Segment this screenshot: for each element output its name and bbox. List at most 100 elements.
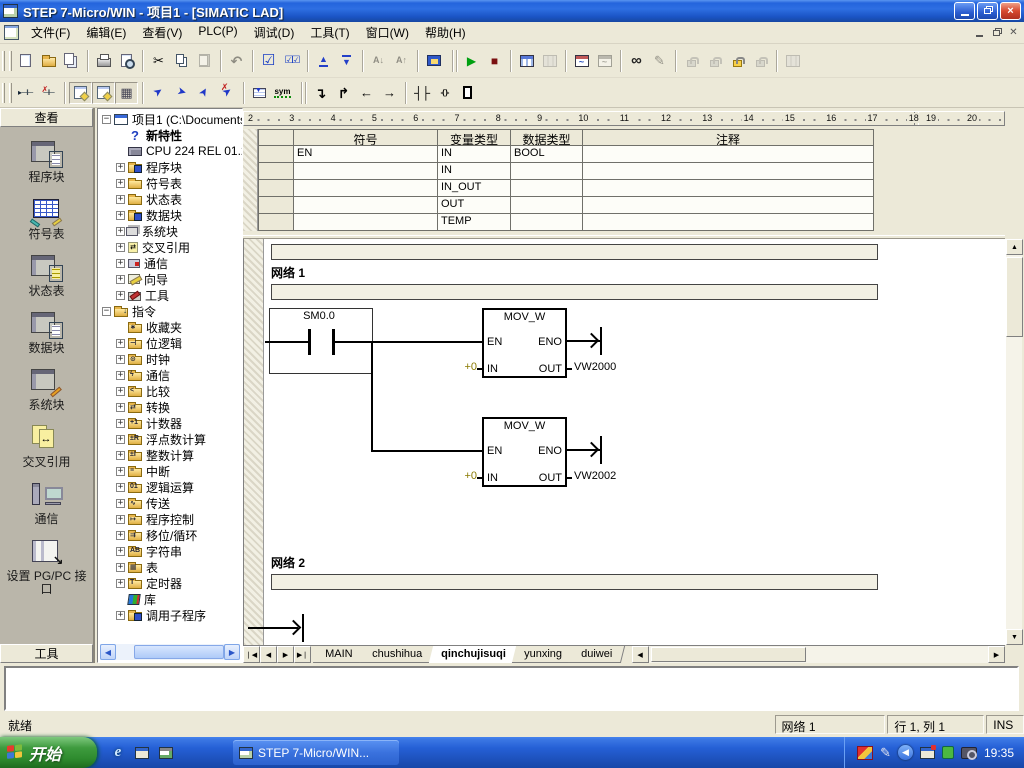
expand-icon[interactable]: +	[116, 563, 125, 572]
download-button[interactable]	[335, 50, 358, 72]
expand-icon[interactable]: +	[116, 611, 125, 620]
insert-network-button[interactable]	[14, 82, 37, 104]
status-glasses-button[interactable]	[625, 50, 648, 72]
tree-item[interactable]: 库	[98, 591, 242, 607]
scroll-left-icon[interactable]: ◀	[632, 646, 649, 663]
nav-tools-button[interactable]: 工具	[0, 644, 93, 663]
menu-item-tools[interactable]: 工具(T)	[302, 22, 357, 43]
block1-out-operand[interactable]: VW2000	[574, 361, 616, 373]
expand-icon[interactable]: +	[116, 275, 125, 284]
tab-duiwei[interactable]: duiwei	[569, 646, 625, 663]
output-window[interactable]	[4, 666, 1019, 711]
tree-item[interactable]: +⇉移位/循环	[98, 527, 242, 543]
scroll-left-icon[interactable]: ◀	[100, 644, 116, 660]
tree-item[interactable]: +±I整数计算	[98, 447, 242, 463]
table-cell[interactable]	[294, 214, 438, 231]
expand-icon[interactable]: +	[116, 499, 125, 508]
nav-item-status-table[interactable]: 状态表	[0, 254, 93, 298]
tree-item[interactable]: +⊙时钟	[98, 351, 242, 367]
expand-icon[interactable]: +	[116, 483, 125, 492]
scroll-right-icon[interactable]: ▶	[224, 644, 240, 660]
column-header-0[interactable]: 符号	[294, 129, 438, 146]
expand-icon[interactable]: +	[116, 227, 125, 236]
tab-last-button[interactable]: ▶❘	[294, 646, 311, 663]
table-cell[interactable]: BOOL	[511, 146, 583, 163]
table-cell[interactable]	[294, 163, 438, 180]
line-right-button[interactable]	[378, 82, 401, 104]
symbol-info-table-button[interactable]	[248, 82, 271, 104]
block1-in-operand[interactable]: +0	[449, 361, 477, 373]
tree-item[interactable]: +T定时器	[98, 575, 242, 591]
table-cell[interactable]	[511, 163, 583, 180]
save-all-button[interactable]	[60, 50, 83, 72]
menu-item-help[interactable]: 帮助(H)	[417, 22, 474, 43]
block2-in-operand[interactable]: +0	[449, 470, 477, 482]
tab-MAIN[interactable]: MAIN	[313, 646, 366, 663]
table-cell[interactable]	[583, 163, 874, 180]
tree-item[interactable]: +<比较	[98, 383, 242, 399]
menu-item-window[interactable]: 窗口(W)	[358, 22, 417, 43]
row-header-cell[interactable]	[258, 163, 294, 180]
tree-item[interactable]: +AB字符串	[98, 543, 242, 559]
line-left-button[interactable]	[355, 82, 378, 104]
column-header-3[interactable]: 注释	[583, 129, 874, 146]
tree-item[interactable]: +工具	[98, 287, 242, 303]
insert-contact-button[interactable]	[410, 82, 433, 104]
expand-icon[interactable]: +	[116, 403, 125, 412]
toolbar-grip[interactable]	[9, 51, 12, 71]
expand-icon[interactable]: +	[116, 259, 125, 268]
insert-coil-button[interactable]	[433, 82, 456, 104]
scroll-thumb[interactable]	[651, 647, 806, 662]
tree-item[interactable]: +数据块	[98, 207, 242, 223]
start-button[interactable]: 开始	[0, 737, 97, 768]
table-cell[interactable]	[511, 197, 583, 214]
collapse-icon[interactable]: −	[102, 115, 111, 124]
tree-item[interactable]: +ϟ通信	[98, 367, 242, 383]
options-button[interactable]	[422, 50, 445, 72]
toggle-pou-comments-button[interactable]	[69, 82, 92, 104]
insert-row-button[interactable]	[147, 82, 170, 104]
open-project-button[interactable]	[37, 50, 60, 72]
row-header-cell[interactable]	[258, 197, 294, 214]
nav-item-pgpc-interface[interactable]: ↘设置 PG/PC 接口	[0, 539, 93, 596]
insert-column-button[interactable]	[170, 82, 193, 104]
nav-item-data-block[interactable]: 数据块	[0, 311, 93, 355]
expand-icon[interactable]: +	[116, 339, 125, 348]
table-cell[interactable]: OUT	[438, 197, 511, 214]
block2-out-operand[interactable]: VW2002	[574, 470, 616, 482]
pen-icon[interactable]: ✎	[880, 745, 891, 761]
toolbar-grip[interactable]	[9, 83, 12, 103]
tree-item[interactable]: +通信	[98, 255, 242, 271]
table-cell[interactable]: IN_OUT	[438, 180, 511, 197]
scroll-thumb[interactable]	[1006, 257, 1023, 337]
toggle-network-comments-button[interactable]	[92, 82, 115, 104]
table-cell[interactable]	[511, 214, 583, 231]
tree-item[interactable]: +程序块	[98, 159, 242, 175]
contact-operand[interactable]: SM0.0	[284, 310, 354, 322]
tab-chushihua[interactable]: chushihua	[359, 646, 434, 663]
tab-qinchujisuqi[interactable]: qinchujisuqi	[429, 646, 519, 663]
table-cell[interactable]: IN	[438, 163, 511, 180]
tree-item[interactable]: +±R浮点数计算	[98, 431, 242, 447]
mdi-minimize-button[interactable]	[971, 25, 988, 40]
nav-item-communication[interactable]: 通信	[0, 482, 93, 526]
tree-item[interactable]: +状态表	[98, 191, 242, 207]
close-button[interactable]: ×	[1000, 2, 1021, 20]
table-cell[interactable]	[583, 180, 874, 197]
tab-next-button[interactable]: ▶	[277, 646, 294, 663]
table-cell[interactable]: EN	[294, 146, 438, 163]
tree-item[interactable]: +01逻辑运算	[98, 479, 242, 495]
expand-icon[interactable]: +	[116, 547, 125, 556]
toggle-symbol-info-table-button[interactable]	[115, 82, 138, 104]
nav-item-system-block[interactable]: 系统块	[0, 368, 93, 412]
network1-comment-box[interactable]	[271, 284, 878, 300]
insert-box-button[interactable]	[456, 82, 479, 104]
tree-item[interactable]: CPU 224 REL 01.2	[98, 143, 242, 159]
tree-item[interactable]: +交叉引用	[98, 239, 242, 255]
row-header-cell[interactable]	[258, 180, 294, 197]
program-status-button[interactable]	[515, 50, 538, 72]
mdi-child-icon[interactable]	[4, 25, 19, 40]
read-forced-button[interactable]	[726, 50, 749, 72]
menu-item-view[interactable]: 查看(V)	[134, 22, 190, 43]
menu-item-edit[interactable]: 编辑(E)	[78, 22, 134, 43]
